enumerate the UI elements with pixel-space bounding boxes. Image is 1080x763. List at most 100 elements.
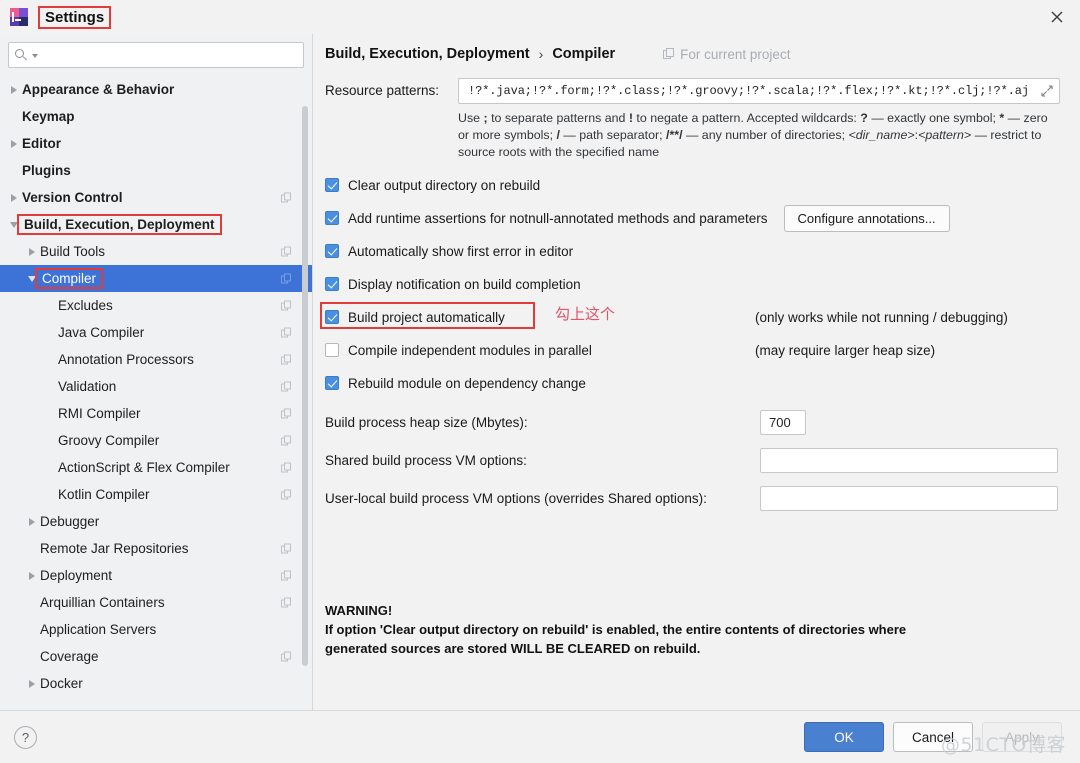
sidebar-item-docker[interactable]: Docker: [0, 670, 312, 697]
sidebar-item-label: Java Compiler: [58, 325, 145, 340]
for-current-project-text: For current project: [680, 46, 791, 62]
sidebar-item-label: Validation: [58, 379, 117, 394]
copy-scope-icon: [281, 273, 292, 284]
close-icon[interactable]: [1034, 0, 1080, 34]
help-button[interactable]: ?: [14, 725, 37, 749]
sidebar-item-excludes[interactable]: Excludes: [0, 292, 312, 319]
sidebar-item-keymap[interactable]: Keymap: [0, 103, 312, 130]
field-row-shared-build-process-vm-options: Shared build process VM options:: [325, 447, 1060, 473]
sidebar-item-rmi-compiler[interactable]: RMI Compiler: [0, 400, 312, 427]
copy-scope-icon: [281, 570, 292, 581]
sidebar-item-appearance-behavior[interactable]: Appearance & Behavior: [0, 76, 312, 103]
field-input-build-process-heap-size-mbytes[interactable]: [760, 409, 806, 435]
ok-button[interactable]: OK: [804, 722, 884, 752]
cancel-button[interactable]: Cancel: [893, 722, 973, 752]
sidebar-item-deployment[interactable]: Deployment: [0, 562, 312, 589]
sidebar-item-groovy-compiler[interactable]: Groovy Compiler: [0, 427, 312, 454]
checkbox-automatically-show-first-error-in-editor[interactable]: [325, 244, 339, 258]
sidebar-item-validation[interactable]: Validation: [0, 373, 312, 400]
sidebar-item-label: Build, Execution, Deployment: [24, 217, 215, 232]
sidebar-item-label: Coverage: [40, 649, 99, 664]
chevron-right-icon[interactable]: [24, 247, 40, 256]
checkbox-label[interactable]: Display notification on build completion: [348, 277, 581, 292]
sidebar-item-label-wrap: Editor: [22, 136, 61, 151]
sidebar-item-kotlin-compiler[interactable]: Kotlin Compiler: [0, 481, 312, 508]
settings-tree[interactable]: Appearance & Behavior Keymap Editor Plugins…: [0, 74, 312, 710]
search-input[interactable]: [38, 46, 297, 64]
apply-button: Apply: [982, 722, 1062, 752]
sidebar-item-editor[interactable]: Editor: [0, 130, 312, 157]
checkbox-build-project-automatically[interactable]: [325, 310, 339, 324]
sidebar-item-label-wrap: Docker: [40, 676, 83, 691]
search-icon: [15, 48, 28, 62]
search-box[interactable]: [8, 42, 304, 68]
sidebar-item-label: Keymap: [22, 109, 75, 124]
breadcrumb-parent[interactable]: Build, Execution, Deployment: [325, 46, 530, 62]
expand-icon[interactable]: [1041, 85, 1053, 97]
sidebar-item-label: Build Tools: [40, 244, 106, 259]
sidebar-item-plugins[interactable]: Plugins: [0, 157, 312, 184]
sidebar-item-label: Compiler: [42, 271, 97, 286]
checkbox-label[interactable]: Build project automatically: [348, 310, 505, 325]
field-input[interactable]: [767, 489, 1051, 507]
sidebar-item-remote-jar-repositories[interactable]: Remote Jar Repositories: [0, 535, 312, 562]
checkbox-compile-independent-modules-in-parallel[interactable]: [325, 343, 339, 357]
sidebar-item-build-execution-deployment[interactable]: Build, Execution, Deployment: [0, 211, 312, 238]
field-label: Shared build process VM options:: [325, 452, 527, 468]
sidebar-item-label: Groovy Compiler: [58, 433, 160, 448]
sidebar-item-debugger[interactable]: Debugger: [0, 508, 312, 535]
breadcrumb-separator: ›: [538, 46, 544, 62]
checkbox-clear-output-directory-on-rebuild[interactable]: [325, 178, 339, 192]
sidebar-item-label: Version Control: [22, 190, 123, 205]
configure-annotations-button[interactable]: Configure annotations...: [783, 204, 950, 232]
copy-scope-icon: [281, 489, 292, 500]
resource-patterns-input[interactable]: [466, 83, 1033, 99]
chevron-right-icon[interactable]: [6, 85, 22, 94]
checkbox-note: (only works while not running / debuggin…: [755, 309, 1008, 325]
chevron-right-icon[interactable]: [24, 679, 40, 688]
chevron-right-icon[interactable]: [24, 571, 40, 580]
annotation-note: 勾上这个: [555, 305, 616, 323]
intellij-idea-logo-icon: [10, 8, 28, 26]
resource-patterns-field[interactable]: [458, 78, 1060, 104]
field-input-shared-build-process-vm-options[interactable]: [760, 447, 1058, 473]
checkbox-label[interactable]: Automatically show first error in editor: [348, 244, 573, 259]
resource-patterns-hint: Use ; to separate patterns and ! to nega…: [458, 111, 1048, 159]
sidebar-item-actionscript-flex-compiler[interactable]: ActionScript & Flex Compiler: [0, 454, 312, 481]
sidebar-item-application-servers[interactable]: Application Servers: [0, 616, 312, 643]
field-input[interactable]: [767, 413, 799, 431]
field-input[interactable]: [767, 451, 1051, 469]
checkbox-label[interactable]: Add runtime assertions for notnull-annot…: [348, 211, 768, 226]
sidebar-item-version-control[interactable]: Version Control: [0, 184, 312, 211]
checkbox-add-runtime-assertions-for-notnull-annotated-methods-and-parameters[interactable]: [325, 211, 339, 225]
sidebar-item-label: Plugins: [22, 163, 71, 178]
chevron-right-icon[interactable]: [6, 139, 22, 148]
chevron-right-icon[interactable]: [6, 193, 22, 202]
sidebar-item-label-wrap: Deployment: [40, 568, 112, 583]
checkbox-label[interactable]: Clear output directory on rebuild: [348, 178, 540, 193]
sidebar-item-label: Arquillian Containers: [40, 595, 165, 610]
sidebar-item-annotation-processors[interactable]: Annotation Processors: [0, 346, 312, 373]
sidebar-item-label-wrap: Excludes: [58, 298, 113, 313]
breadcrumb: Build, Execution, Deployment › Compiler …: [325, 34, 1060, 68]
sidebar-item-coverage[interactable]: Coverage: [0, 643, 312, 670]
copy-scope-icon: [281, 300, 292, 311]
sidebar-scrollbar-thumb[interactable]: [302, 106, 308, 666]
sidebar-item-arquillian-containers[interactable]: Arquillian Containers: [0, 589, 312, 616]
sidebar-scrollbar-track[interactable]: [302, 68, 310, 706]
sidebar-item-java-compiler[interactable]: Java Compiler: [0, 319, 312, 346]
sidebar-item-compiler[interactable]: Compiler: [0, 265, 312, 292]
dialog-footer: ? OK Cancel Apply @51CTO博客: [0, 710, 1080, 763]
field-input-user-local-build-process-vm-options-overrides-shared-options[interactable]: [760, 485, 1058, 511]
sidebar-item-highlight: Compiler: [34, 268, 104, 289]
checkbox-rebuild-module-on-dependency-change[interactable]: [325, 376, 339, 390]
sidebar-item-label-wrap: RMI Compiler: [58, 406, 141, 421]
sidebar-item-label: ActionScript & Flex Compiler: [58, 460, 230, 475]
checkbox-label[interactable]: Rebuild module on dependency change: [348, 376, 586, 391]
chevron-right-icon[interactable]: [24, 517, 40, 526]
sidebar-item-label-wrap: Debugger: [40, 514, 99, 529]
checkbox-label[interactable]: Compile independent modules in parallel: [348, 343, 592, 358]
dialog-body: Appearance & Behavior Keymap Editor Plugins…: [0, 34, 1080, 710]
sidebar-item-build-tools[interactable]: Build Tools: [0, 238, 312, 265]
checkbox-display-notification-on-build-completion[interactable]: [325, 277, 339, 291]
